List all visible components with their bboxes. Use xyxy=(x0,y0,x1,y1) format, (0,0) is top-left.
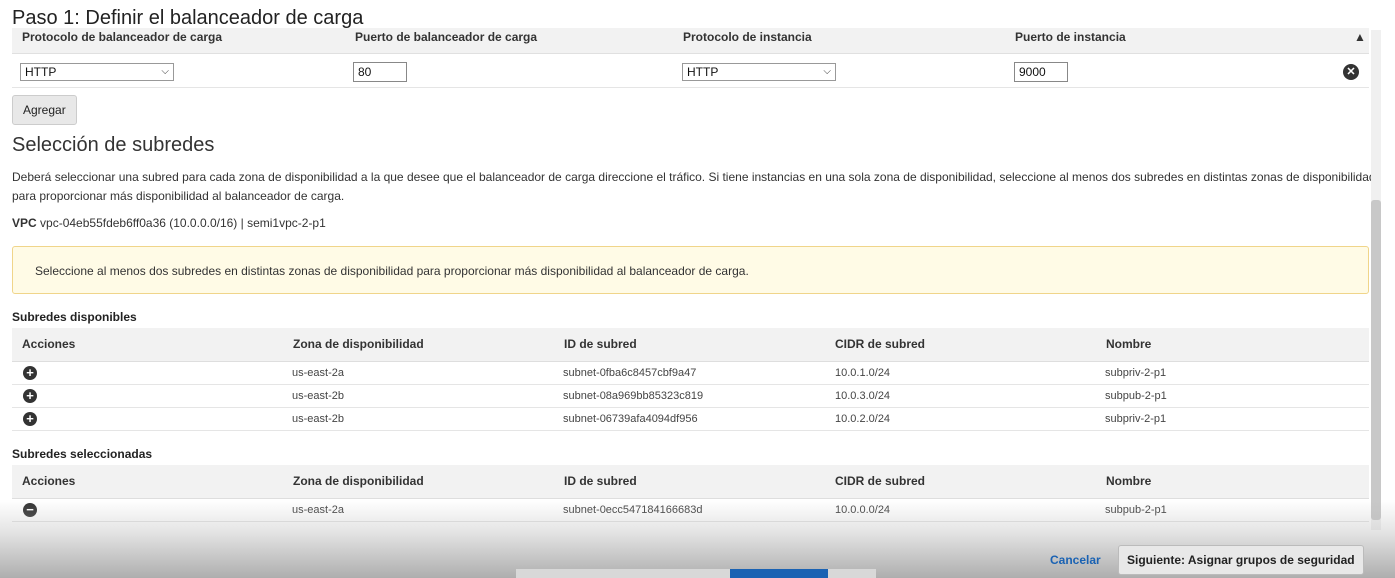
selected-subnets-table: Acciones Zona de disponibilidad ID de su… xyxy=(12,465,1369,522)
scroll-up-icon[interactable]: ▲ xyxy=(1354,30,1366,44)
table-header: Acciones Zona de disponibilidad ID de su… xyxy=(12,328,1369,362)
col-instance-protocol: Protocolo de instancia xyxy=(683,30,812,44)
subnets-description: Deberá seleccionar una subred para cada … xyxy=(12,170,1376,203)
col-lb-port: Puerto de balanceador de carga xyxy=(355,30,538,44)
lb-protocol-value: HTTP xyxy=(25,65,57,79)
add-listener-button[interactable]: Agregar xyxy=(12,95,77,125)
cell-zone: us-east-2b xyxy=(292,413,344,425)
lb-protocol-select[interactable]: HTTP ⌵ xyxy=(20,63,174,81)
listener-table-header: Protocolo de balanceador de carga Puerto… xyxy=(12,28,1369,54)
instance-protocol-value: HTTP xyxy=(687,65,719,79)
col-name: Nombre xyxy=(1106,337,1152,351)
cancel-button[interactable]: Cancelar xyxy=(1050,553,1101,567)
warning-text: Seleccione al menos dos subredes en dist… xyxy=(35,264,749,278)
col-cidr: CIDR de subred xyxy=(835,337,926,351)
plus-circle-icon[interactable]: + xyxy=(23,412,37,426)
selected-subnets-label: Subredes seleccionadas xyxy=(12,447,153,461)
page-title: Paso 1: Definir el balanceador de carga xyxy=(12,7,364,29)
cell-subnet-id: subnet-06739afa4094df956 xyxy=(563,413,698,425)
vpc-info: VPC vpc-04eb55fdeb6ff0a36 (10.0.0.0/16) … xyxy=(12,216,326,230)
page: Paso 1: Definir el balanceador de carga … xyxy=(0,0,1395,578)
cell-cidr: 10.0.3.0/24 xyxy=(835,390,891,402)
col-subnet-id: ID de subred xyxy=(564,474,637,488)
cell-subnet-id: subnet-0fba6c8457cbf9a47 xyxy=(563,367,697,379)
cell-name: subpub-2-p1 xyxy=(1105,390,1167,402)
cell-zone: us-east-2b xyxy=(292,390,344,402)
col-actions: Acciones xyxy=(22,474,76,488)
table-row: − us-east-2a subnet-0ecc547184166683d 10… xyxy=(12,499,1369,522)
available-subnets-table: Acciones Zona de disponibilidad ID de su… xyxy=(12,328,1369,431)
table-header: Acciones Zona de disponibilidad ID de su… xyxy=(12,465,1369,499)
table-row: + us-east-2b subnet-06739afa4094df956 10… xyxy=(12,408,1369,431)
cell-cidr: 10.0.1.0/24 xyxy=(835,367,891,379)
table-row: + us-east-2a subnet-0fba6c8457cbf9a47 10… xyxy=(12,362,1369,385)
cell-cidr: 10.0.0.0/24 xyxy=(835,504,891,516)
vpc-label: VPC xyxy=(12,216,37,230)
col-instance-port: Puerto de instancia xyxy=(1015,30,1126,44)
cell-name: subpriv-2-p1 xyxy=(1105,367,1167,379)
minus-circle-icon[interactable]: − xyxy=(23,503,37,517)
vpc-value: vpc-04eb55fdeb6ff0a36 (10.0.0.0/16) | se… xyxy=(40,216,326,230)
available-subnets-label: Subredes disponibles xyxy=(12,310,137,324)
col-subnet-id: ID de subred xyxy=(564,337,637,351)
lb-port-input[interactable]: 80 xyxy=(353,62,407,82)
cell-subnet-id: subnet-08a969bb85323c819 xyxy=(563,390,704,402)
col-lb-protocol: Protocolo de balanceador de carga xyxy=(22,30,223,44)
warning-box: Seleccione al menos dos subredes en dist… xyxy=(12,246,1369,294)
listener-row: HTTP ⌵ 80 HTTP ⌵ 9000 ✕ xyxy=(12,56,1369,88)
subnets-section-title: Selección de subredes xyxy=(12,134,215,156)
col-name: Nombre xyxy=(1106,474,1152,488)
instance-protocol-select[interactable]: HTTP ⌵ xyxy=(682,63,836,81)
chevron-down-icon: ⌵ xyxy=(823,66,831,77)
chevron-down-icon: ⌵ xyxy=(161,66,169,77)
cell-name: subpub-2-p1 xyxy=(1105,504,1167,516)
next-button[interactable]: Siguiente: Asignar grupos de seguridad xyxy=(1118,545,1364,575)
scrollbar-thumb[interactable] xyxy=(1371,200,1381,520)
col-cidr: CIDR de subred xyxy=(835,474,926,488)
col-zone: Zona de disponibilidad xyxy=(293,337,424,351)
table-row: + us-east-2b subnet-08a969bb85323c819 10… xyxy=(12,385,1369,408)
close-circle-icon[interactable]: ✕ xyxy=(1343,64,1359,80)
instance-port-input[interactable]: 9000 xyxy=(1014,62,1068,82)
plus-circle-icon[interactable]: + xyxy=(23,389,37,403)
col-actions: Acciones xyxy=(22,337,76,351)
taskbar-active-item xyxy=(730,569,828,578)
cell-zone: us-east-2a xyxy=(292,504,344,516)
taskbar-strip xyxy=(516,569,876,578)
cell-zone: us-east-2a xyxy=(292,367,344,379)
col-zone: Zona de disponibilidad xyxy=(293,474,424,488)
cell-name: subpriv-2-p1 xyxy=(1105,413,1167,425)
cell-subnet-id: subnet-0ecc547184166683d xyxy=(563,504,703,516)
plus-circle-icon[interactable]: + xyxy=(23,366,37,380)
cell-cidr: 10.0.2.0/24 xyxy=(835,413,891,425)
